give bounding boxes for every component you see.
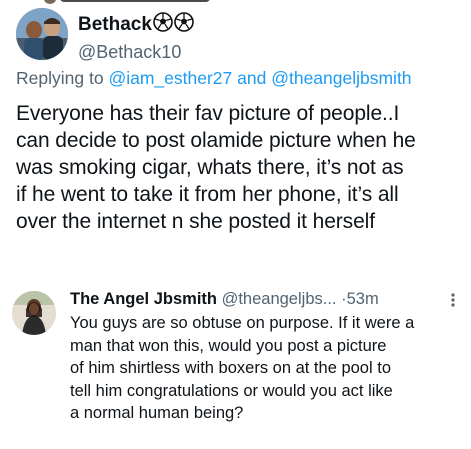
replying-to-label: Replying to [16,68,104,88]
tweet-author: Bethack @Bethack10 [78,12,194,63]
author-display-name: Bethack [78,14,152,35]
reply-header: The Angel Jbsmith @theangeljbs... ·53m [70,288,465,310]
tweet-thread: Bethack @Bethack10 Replying to @iam_esth… [0,0,471,449]
reply-avatar-photo [12,291,56,335]
mention-link[interactable]: @theangeljbsmith [271,68,411,88]
more-options-icon[interactable] [448,292,458,308]
avatar[interactable] [16,8,68,60]
reply-tweet-text: You guys are so obtuse on purpose. If it… [70,314,415,423]
soccer-ball-icon [174,12,194,38]
previous-tweet-fragment [60,0,210,2]
reply-timestamp[interactable]: 53m [347,290,379,308]
reply-display-name[interactable]: The Angel Jbsmith [70,290,217,308]
mention-link[interactable]: @iam_esther27 [108,68,232,88]
reply-avatar[interactable] [12,291,56,335]
reply-handle[interactable]: @theangeljbs... [222,290,337,308]
replying-joiner: and [237,68,267,88]
replying-to-line: Replying to @iam_esther27 and @theangelj… [16,66,412,90]
previous-tweet-avatar-fragment [44,0,56,4]
soccer-ball-icon [153,12,173,38]
avatar-photo [16,8,68,60]
tweet-text: Everyone has their fav picture of people… [16,102,416,233]
author-handle[interactable]: @Bethack10 [78,41,194,63]
author-display-name-row[interactable]: Bethack [78,12,194,38]
